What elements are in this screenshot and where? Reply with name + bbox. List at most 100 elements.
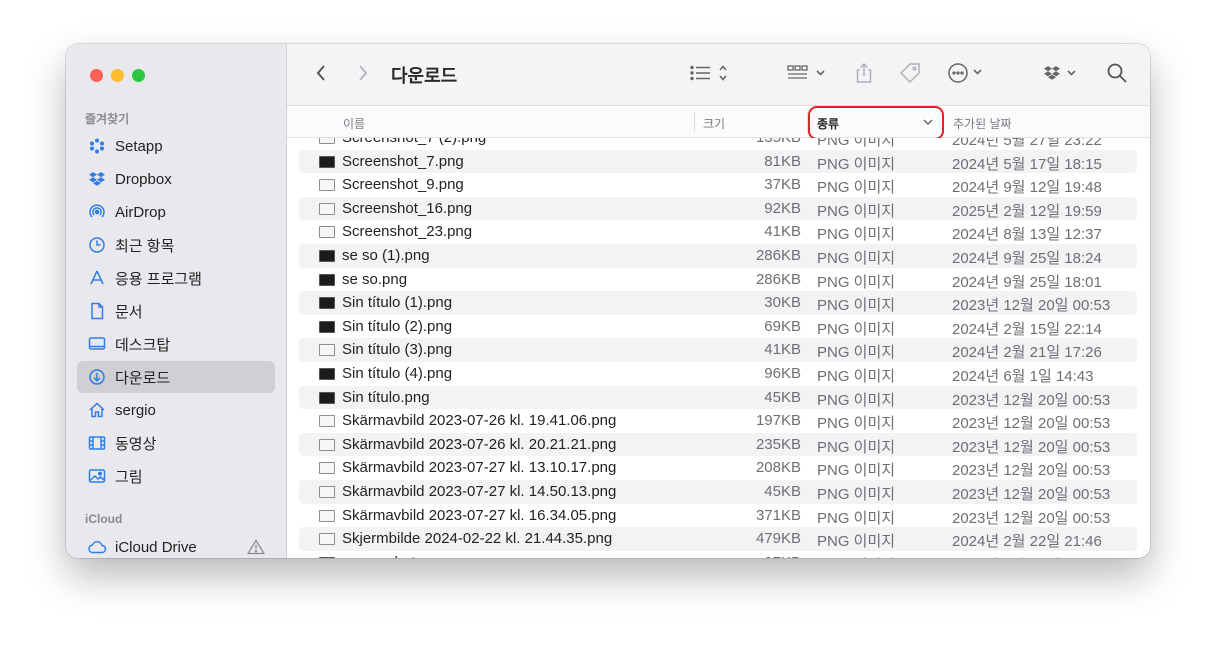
table-row[interactable]: Sin título (2).png 69KB PNG 이미지 2024년 2월 15…	[299, 315, 1137, 339]
sidebar-item-label: sergio	[115, 401, 156, 419]
file-size: 69KB	[764, 317, 801, 335]
table-row[interactable]: Skärmavbild 2023-07-27 kl. 16.34.05.png 3…	[299, 504, 1137, 528]
group-button[interactable]	[785, 63, 831, 87]
search-button[interactable]	[1105, 63, 1129, 87]
file-name: Sin título (1).png	[342, 294, 453, 312]
file-size: 97KB	[764, 554, 801, 558]
zoom-window-button[interactable]	[132, 69, 145, 82]
table-row[interactable]: Sin título (4).png 96KB PNG 이미지 2024년 6월 1일…	[299, 362, 1137, 386]
setapp-icon	[85, 138, 109, 154]
png-file-icon	[319, 368, 335, 380]
forward-button[interactable]	[353, 63, 373, 87]
file-kind: PNG 이미지	[817, 138, 896, 149]
png-file-icon	[319, 250, 335, 262]
file-kind: PNG 이미지	[817, 250, 896, 267]
table-row[interactable]: Screenshot_23.png 41KB PNG 이미지 2024년 8월 13일…	[299, 220, 1137, 244]
table-row[interactable]: Skärmavbild 2023-07-26 kl. 19.41.06.png 1…	[299, 409, 1137, 433]
sidebar-item-desktop[interactable]: 데스크탑	[77, 328, 275, 360]
table-row[interactable]: Screenshot_7.png 81KB PNG 이미지 2024년 5월 17일 …	[299, 149, 1137, 174]
column-name[interactable]: 이름	[343, 115, 365, 132]
png-file-icon	[319, 556, 335, 558]
action-menu-button[interactable]	[947, 62, 991, 87]
sidebar-item-icloud-drive[interactable]: iCloud Drive	[77, 531, 275, 558]
sidebar-item-label: Setapp	[115, 137, 163, 155]
table-row[interactable]: se so (1).png 286KB PNG 이미지 2024년 9월 25일 18…	[299, 244, 1137, 268]
sidebar-item-setapp[interactable]: Setapp	[77, 130, 275, 162]
favorites-section-title: 즐겨찾기	[85, 112, 130, 126]
list-view-icon	[689, 64, 733, 87]
sidebar-item-downloads[interactable]: 다운로드	[77, 361, 275, 393]
file-date-added: 2023년 12월 20일 00:53	[952, 297, 1111, 315]
table-row[interactable]: Skärmavbild 2023-07-27 kl. 13.10.17.png 2…	[299, 456, 1137, 480]
file-date-added: 2024년 8월 24일 09:12	[952, 554, 1102, 558]
file-date-added: 2024년 9월 12일 19:48	[952, 179, 1102, 197]
sidebar-item-applications[interactable]: 응용 프로그램	[77, 262, 275, 294]
file-size: 208KB	[755, 459, 801, 477]
table-row[interactable]: Skärmavbild 2023-07-26 kl. 20.21.21.png 2…	[299, 432, 1137, 457]
download-icon	[85, 368, 109, 386]
file-name: Skärmavbild 2023-07-27 kl. 16.34.05.png	[342, 506, 617, 524]
column-divider[interactable]	[694, 112, 695, 132]
sidebar-item-documents[interactable]: 문서	[77, 295, 275, 327]
dropbox-toolbar-button[interactable]	[1041, 63, 1087, 87]
file-kind: PNG 이미지	[817, 486, 896, 503]
file-kind: PNG 이미지	[817, 202, 896, 220]
table-row[interactable]: Skjermbilde 2024-02-22 kl. 21.44.35.png 4…	[299, 527, 1137, 551]
tag-button[interactable]	[897, 62, 923, 87]
toolbar: 다운로드	[287, 44, 1150, 106]
sidebar-item-pictures[interactable]: 그림	[77, 460, 275, 492]
file-size: 45KB	[764, 483, 801, 500]
view-options-button[interactable]	[687, 63, 735, 87]
file-size: 197KB	[755, 412, 801, 430]
column-size[interactable]: 크기	[703, 115, 725, 132]
file-name: Sin título (4).png	[342, 365, 453, 382]
column-date[interactable]: 추가된 날짜	[953, 115, 1012, 132]
file-size: 96KB	[764, 365, 801, 382]
sidebar-item-recents[interactable]: 최근 항목	[77, 229, 275, 261]
png-file-icon	[319, 138, 335, 144]
icloud-section-title: iCloud	[85, 512, 123, 526]
file-kind: PNG 이미지	[817, 415, 896, 433]
share-button[interactable]	[852, 62, 876, 89]
png-file-icon	[319, 226, 335, 239]
file-kind: PNG 이미지	[817, 297, 896, 315]
warning-icon[interactable]	[246, 539, 266, 558]
png-file-icon	[319, 297, 335, 310]
file-kind: PNG 이미지	[817, 179, 896, 197]
table-row[interactable]: Skärmavbild 2023-07-27 kl. 14.50.13.png 4…	[299, 480, 1137, 504]
sidebar-item-home[interactable]: sergio	[77, 394, 275, 426]
table-row[interactable]: Screenshot_9.png 37KB PNG 이미지 2024년 9월 12일 …	[299, 173, 1137, 197]
airdrop-icon	[85, 203, 109, 221]
file-date-added: 2024년 5월 17일 18:15	[952, 155, 1102, 173]
cloud-icon	[85, 539, 109, 555]
home-icon	[85, 401, 109, 419]
table-row[interactable]: Screenshot_7 (2).png 135KB PNG 이미지 2024년 5월…	[299, 138, 1137, 150]
file-name: Sin título (2).png	[342, 317, 453, 335]
file-size: 41KB	[764, 223, 801, 241]
close-window-button[interactable]	[90, 69, 103, 82]
table-row[interactable]: Screenshot_16.png 92KB PNG 이미지 2025년 2월 12일…	[299, 196, 1137, 221]
table-row[interactable]: se so.png 286KB PNG 이미지 2024년 9월 25일 18:01	[299, 268, 1137, 292]
table-row[interactable]: Sin título (3).png 41KB PNG 이미지 2024년 2월 21…	[299, 338, 1137, 362]
file-kind: PNG 이미지	[817, 226, 896, 244]
table-row[interactable]: Sin título.png 45KB PNG 이미지 2023년 12월 20일 0…	[299, 385, 1137, 410]
file-kind: PNG 이미지	[817, 368, 896, 385]
back-button[interactable]	[311, 63, 331, 87]
sidebar-item-airdrop[interactable]: AirDrop	[77, 196, 275, 228]
table-row[interactable]: screenshot.png 97KB PNG 이미지 2024년 8월 24일 09…	[299, 551, 1137, 558]
sidebar-item-label: 응용 프로그램	[115, 270, 202, 288]
file-date-added: 2023년 12월 20일 00:53	[952, 462, 1111, 480]
file-date-added: 2024년 9월 25일 18:24	[952, 250, 1102, 267]
sidebar-item-dropbox[interactable]: Dropbox	[77, 163, 275, 195]
file-name: se so.png	[342, 270, 408, 288]
file-name: Screenshot_16.png	[342, 199, 473, 217]
file-date-added: 2024년 9월 25일 18:01	[952, 273, 1102, 291]
sidebar-item-label: 데스크탑	[115, 336, 171, 354]
sidebar-item-movies[interactable]: 동영상	[77, 427, 275, 459]
share-icon	[854, 62, 874, 89]
file-size: 286KB	[755, 270, 801, 288]
minimize-window-button[interactable]	[111, 69, 124, 82]
table-row[interactable]: Sin título (1).png 30KB PNG 이미지 2023년 12월 2…	[299, 291, 1137, 315]
file-date-added: 2023년 12월 20일 00:53	[952, 391, 1111, 409]
file-date-added: 2024년 8월 13일 12:37	[952, 226, 1102, 244]
